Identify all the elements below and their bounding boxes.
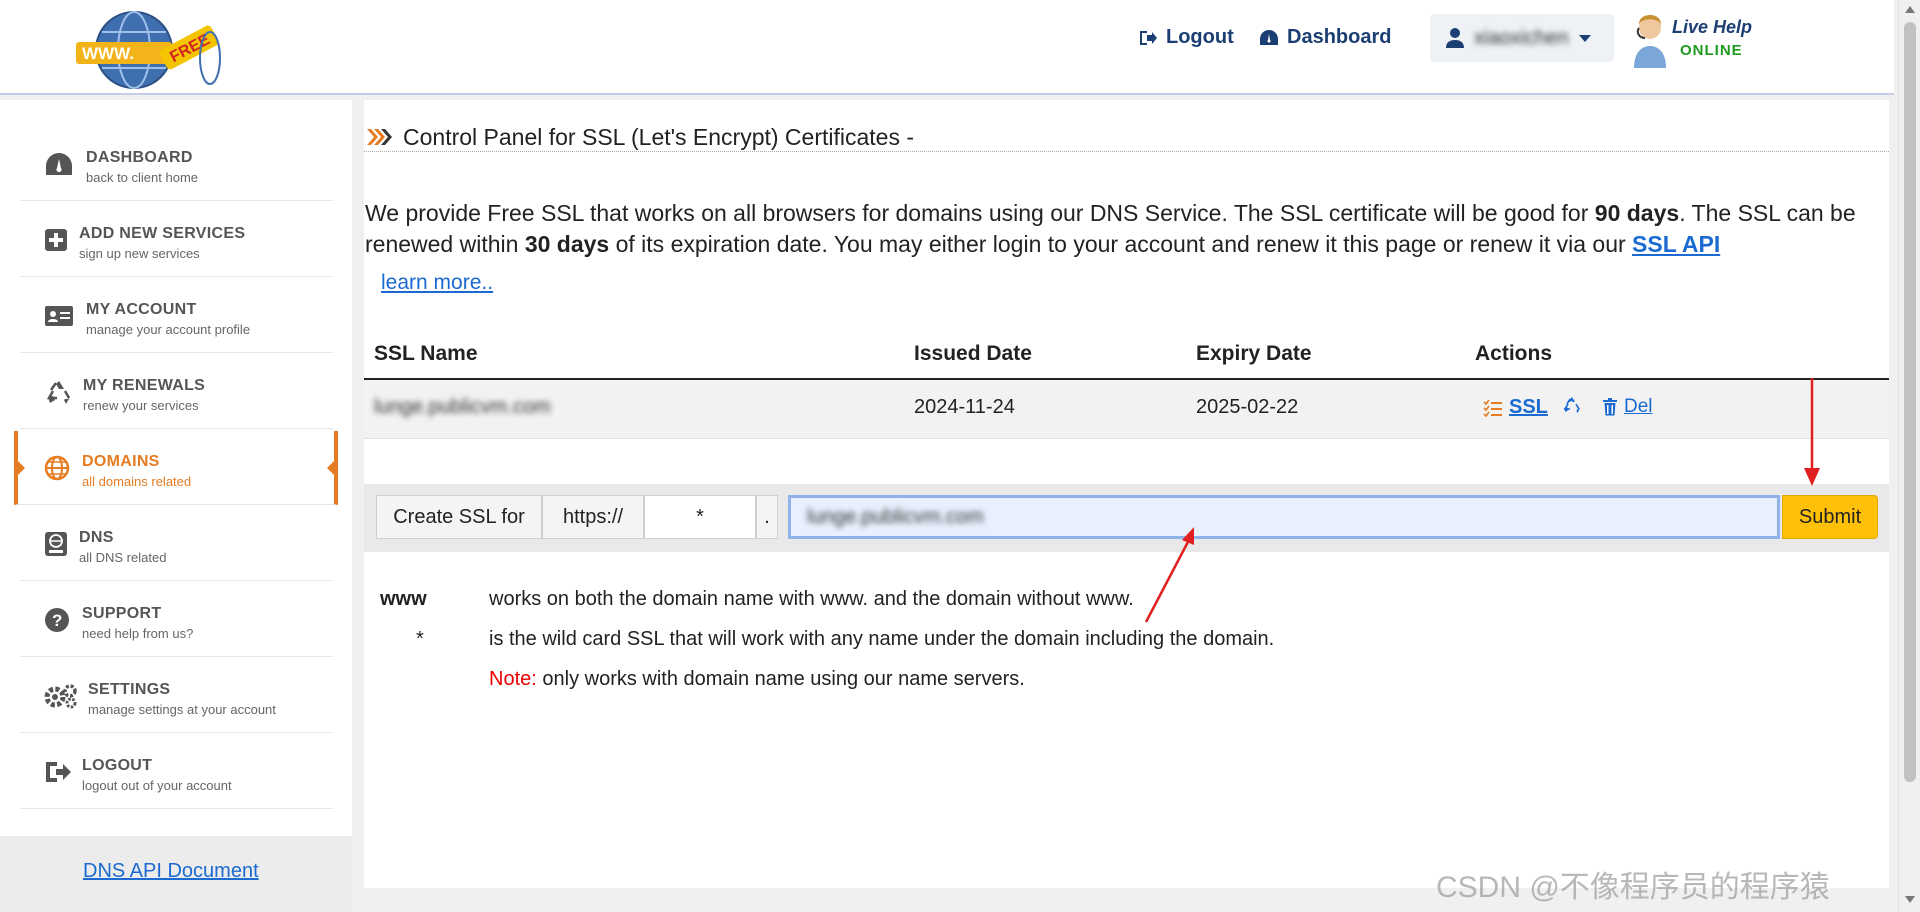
sidebar-item-subtitle: renew your services (83, 398, 199, 413)
user-icon (1446, 28, 1464, 48)
sign-out-icon (1140, 30, 1157, 45)
site-logo[interactable]: WWW. FREE (74, 8, 226, 92)
sidebar-item-subtitle: logout out of your account (82, 778, 232, 793)
sidebar-item-subtitle: manage settings at your account (88, 702, 276, 717)
header-logout-link[interactable]: Logout (1138, 26, 1234, 49)
sidebar-item-title: SETTINGS (88, 681, 171, 698)
sidebar-item-domains[interactable]: DOMAINS all domains related (14, 431, 338, 505)
main-content: Control Panel for SSL (Let's Encrypt) Ce… (364, 100, 1889, 888)
sidebar-item-subtitle: all DNS related (79, 550, 167, 565)
dns-server-icon (45, 532, 67, 556)
logout-label: Logout (1166, 26, 1234, 48)
sidebar-footer: DNS API Document (0, 836, 352, 912)
plus-square-icon (45, 229, 67, 251)
question-circle-icon: ? (45, 608, 69, 632)
sidebar-item-title: MY ACCOUNT (86, 301, 197, 318)
dashboard-gauge-icon (46, 153, 72, 175)
arrow-to-domain-field (1144, 527, 1194, 623)
live-help-label: Live Help (1672, 17, 1753, 37)
header-dashboard-link[interactable]: Dashboard (1259, 26, 1391, 49)
active-indicator (327, 459, 336, 477)
support-agent-icon (1634, 15, 1666, 68)
vertical-scrollbar[interactable] (1898, 0, 1920, 912)
dashboard-label: Dashboard (1287, 26, 1392, 48)
svg-text:?: ? (52, 611, 62, 630)
id-card-icon (45, 306, 73, 326)
globe-icon (44, 455, 70, 481)
sidebar-item-logout[interactable]: LOGOUT logout out of your account (20, 735, 333, 809)
sidebar-item-dashboard[interactable]: DASHBOARD back to client home (20, 127, 333, 201)
sidebar-item-settings[interactable]: SETTINGS manage settings at your account (20, 659, 333, 733)
sidebar-item-my-renewals[interactable]: MY RENEWALS renew your services (20, 355, 333, 429)
sidebar-item-title: DNS (79, 529, 114, 546)
arrow-to-submit (1804, 378, 1820, 486)
sidebar-item-subtitle: all domains related (82, 474, 192, 489)
gears-icon (44, 684, 77, 709)
sidebar-item-subtitle: manage your account profile (86, 322, 251, 337)
scroll-up-arrow-icon[interactable] (1905, 6, 1915, 13)
sidebar-item-add-new-services[interactable]: ADD NEW SERVICES sign up new services (20, 203, 333, 277)
sidebar-item-title: DASHBOARD (86, 149, 193, 166)
sidebar-item-title: ADD NEW SERVICES (79, 225, 246, 242)
sidebar-item-title: MY RENEWALS (83, 377, 206, 394)
csdn-watermark: CSDN @不像程序员的程序猿 (1436, 871, 1830, 904)
user-account-dropdown[interactable]: xiaoxichen (1430, 14, 1614, 62)
sign-out-icon (46, 762, 71, 782)
sidebar-item-title: DOMAINS (82, 453, 160, 470)
live-help-widget[interactable]: Live Help ONLINE (1630, 12, 1770, 68)
sidebar-item-subtitle: need help from us? (82, 626, 194, 641)
online-status-label: ONLINE (1680, 42, 1743, 59)
active-indicator (16, 459, 25, 477)
sidebar-item-support[interactable]: ? SUPPORT need help from us? (20, 583, 333, 657)
username-label: xiaoxichen (1474, 26, 1569, 49)
scrollbar-thumb[interactable] (1904, 22, 1916, 782)
sidebar-item-subtitle: sign up new services (79, 246, 200, 261)
sidebar-item-title: LOGOUT (82, 757, 153, 774)
chevron-down-icon (1578, 34, 1591, 42)
sidebar-item-dns[interactable]: DNS all DNS related (20, 507, 333, 581)
sidebar-item-title: SUPPORT (82, 605, 162, 622)
recycle-icon (46, 381, 71, 404)
top-header: WWW. FREE Logout Dashboard xiaoxichen Li… (0, 0, 1894, 95)
sidebar-item-subtitle: back to client home (86, 170, 199, 185)
dashboard-gauge-icon (1260, 29, 1278, 45)
dns-api-document-link[interactable]: DNS API Document (83, 860, 259, 883)
svg-text:WWW.: WWW. (82, 44, 134, 63)
scroll-down-arrow-icon[interactable] (1905, 896, 1915, 903)
sidebar: DASHBOARD back to client home ADD NEW SE… (0, 100, 352, 836)
annotation-arrows (1144, 378, 1820, 623)
sidebar-item-my-account[interactable]: MY ACCOUNT manage your account profile (20, 279, 333, 353)
